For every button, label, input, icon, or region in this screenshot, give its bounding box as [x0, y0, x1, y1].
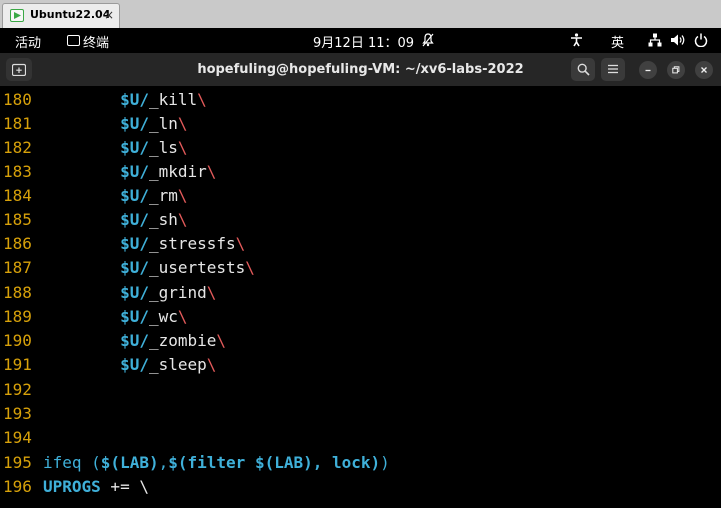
- line-number: 191: [3, 355, 32, 374]
- code-line: 191 $U/_sleep\: [0, 353, 216, 377]
- code-line: 181 $U/_ln\: [0, 112, 188, 136]
- line-number: 196: [3, 477, 32, 496]
- code-line: 180 $U/_kill\: [0, 88, 207, 112]
- volume-icon[interactable]: [670, 33, 686, 47]
- code-line: 192: [0, 378, 43, 402]
- line-number: 185: [3, 210, 32, 229]
- line-number: 182: [3, 138, 32, 157]
- network-wired-icon[interactable]: [648, 33, 662, 47]
- code-line: 193: [0, 402, 43, 426]
- terminal-content[interactable]: 180 $U/_kill\ 181 $U/_ln\ 182 $U/_ls\ 18…: [0, 86, 721, 508]
- code-line: 196 UPROGS += \: [0, 475, 149, 499]
- line-number: 192: [3, 380, 32, 399]
- notifications-off-icon: [422, 33, 434, 47]
- code-line: 186 $U/_stressfs\: [0, 232, 245, 256]
- terminal-headerbar: hopefuling@hopefuling-VM: ~/xv6-labs-202…: [0, 53, 721, 87]
- line-number: 188: [3, 283, 32, 302]
- line-number: 184: [3, 186, 32, 205]
- vm-tab-label: Ubuntu22.04: [30, 8, 111, 21]
- line-number: 186: [3, 234, 32, 253]
- line-number: 193: [3, 404, 32, 423]
- minimize-icon: [645, 69, 651, 72]
- code-line: 195 ifeq ($(LAB),$(filter $(LAB), lock)): [0, 451, 390, 475]
- line-number: 181: [3, 114, 32, 133]
- code-line: 194: [0, 426, 43, 450]
- close-button[interactable]: [695, 61, 713, 79]
- code-line: 184 $U/_rm\: [0, 184, 188, 208]
- close-icon: [701, 67, 707, 73]
- line-number: 180: [3, 90, 32, 109]
- vm-icon: [10, 9, 24, 22]
- vm-tab[interactable]: Ubuntu22.04 ×: [2, 3, 120, 28]
- minimize-button[interactable]: [639, 61, 657, 79]
- accessibility-icon[interactable]: [570, 33, 583, 47]
- power-icon[interactable]: [694, 33, 708, 47]
- code-line: 187 $U/_usertests\: [0, 256, 255, 280]
- vm-tab-bar: Ubuntu22.04 ×: [0, 0, 721, 28]
- terminal-app-icon: [67, 35, 80, 46]
- code-line: 190 $U/_zombie\: [0, 329, 226, 353]
- search-button[interactable]: [571, 58, 595, 81]
- app-menu-label[interactable]: 终端: [83, 32, 109, 51]
- code-line: 185 $U/_sh\: [0, 208, 188, 232]
- restore-icon: [672, 66, 680, 74]
- line-number: 183: [3, 162, 32, 181]
- close-icon[interactable]: ×: [104, 8, 114, 22]
- search-icon: [577, 63, 590, 76]
- clock[interactable]: 9月12日 11：09: [313, 32, 414, 51]
- system-top-bar: 活动 终端 9月12日 11：09 英: [0, 28, 721, 53]
- input-language[interactable]: 英: [611, 32, 624, 51]
- line-number: 189: [3, 307, 32, 326]
- code-line: 182 $U/_ls\: [0, 136, 188, 160]
- code-line: 188 $U/_grind\: [0, 281, 216, 305]
- line-number: 190: [3, 331, 32, 350]
- hamburger-menu-icon: [608, 64, 618, 74]
- code-line: 189 $U/_wc\: [0, 305, 188, 329]
- line-number: 187: [3, 258, 32, 277]
- code-line: 183 $U/_mkdir\: [0, 160, 216, 184]
- maximize-button[interactable]: [667, 61, 685, 79]
- menu-button[interactable]: [601, 58, 625, 81]
- line-number: 194: [3, 428, 32, 447]
- line-number: 195: [3, 453, 32, 472]
- activities-button[interactable]: 活动: [15, 32, 41, 51]
